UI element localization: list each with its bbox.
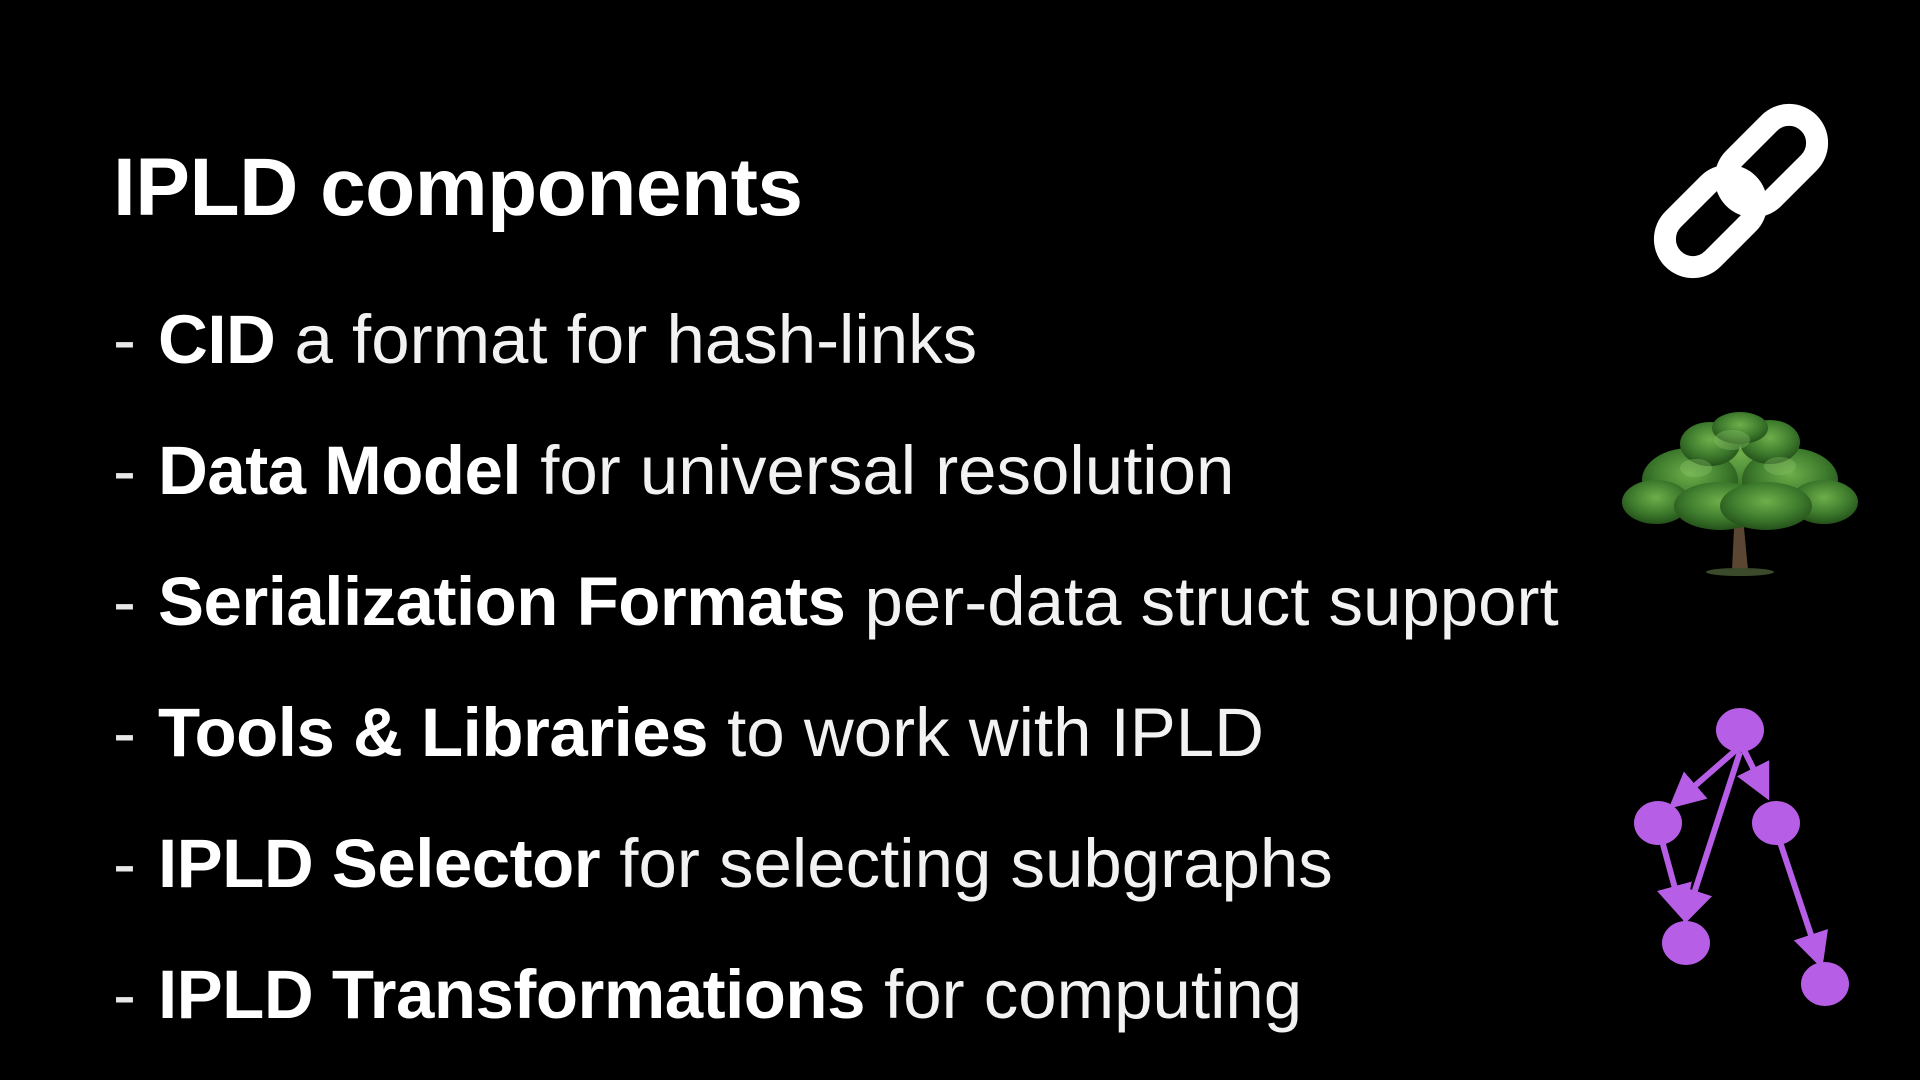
bullet-dash: - <box>113 301 136 378</box>
bullet-dash: - <box>113 825 136 902</box>
bullet-term: Data Model <box>157 432 522 509</box>
bullet-description: for universal resolution <box>540 432 1235 509</box>
bullet-term: CID <box>157 301 276 378</box>
bullet-item-ipld-transformations: - IPLD Transformations for computing <box>113 945 1559 1076</box>
tree-icon <box>1622 412 1858 576</box>
bullet-item-tools-libraries: - Tools & Libraries to work with IPLD <box>113 683 1559 814</box>
bullet-dash: - <box>113 694 136 771</box>
bullet-item-data-model: - Data Model for universal resolution <box>113 421 1559 552</box>
bullet-item-cid: - CID a format for hash-links <box>113 290 1559 421</box>
bullet-dash: - <box>113 563 136 640</box>
slide-title: IPLD components <box>113 142 803 233</box>
bullet-dash: - <box>113 432 136 509</box>
bullet-term: IPLD Selector <box>157 825 601 902</box>
bullet-dash: - <box>113 956 136 1033</box>
bullet-description: per-data struct support <box>864 563 1559 640</box>
bullet-description: to work with IPLD <box>727 694 1265 771</box>
bullet-term: IPLD Transformations <box>157 956 865 1033</box>
bullet-description: for selecting subgraphs <box>619 825 1333 902</box>
bullet-term: Serialization Formats <box>157 563 846 640</box>
bullet-item-ipld-selector: - IPLD Selector for selecting subgraphs <box>113 814 1559 945</box>
bullet-list: - CID a format for hash-links - Data Model… <box>113 290 1559 1076</box>
slide: IPLD components - CID a format for hash-l… <box>0 0 1920 1080</box>
bullet-item-serialization-formats: - Serialization Formats per-data struct s… <box>113 552 1559 683</box>
bullet-term: Tools & Libraries <box>157 694 709 771</box>
chain-link-icon <box>1653 103 1829 279</box>
dag-graph-icon <box>1634 708 1849 1006</box>
bullet-description: for computing <box>884 956 1303 1033</box>
bullet-description: a format for hash-links <box>294 301 978 378</box>
